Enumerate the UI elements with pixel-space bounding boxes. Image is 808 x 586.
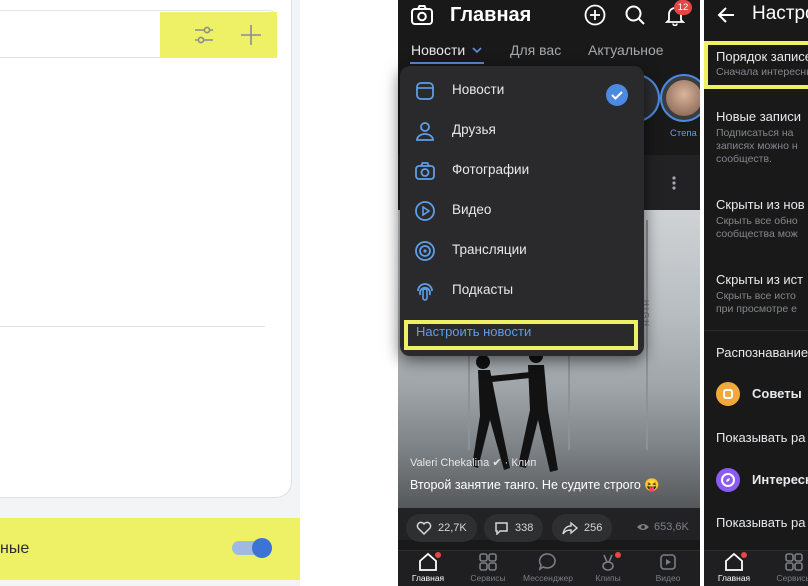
settings-card bbox=[0, 0, 292, 498]
filter-sliders-icon[interactable] bbox=[191, 22, 217, 48]
nav-home-label: Главная bbox=[411, 573, 445, 583]
menu-item-podcasts[interactable]: Подкасты bbox=[400, 270, 644, 310]
tab-news[interactable]: Новости bbox=[411, 42, 465, 58]
tab-for-you[interactable]: Для вас bbox=[510, 42, 561, 58]
compass-icon bbox=[716, 468, 740, 492]
notification-badge: 12 bbox=[674, 0, 692, 15]
customize-news-link[interactable]: Настроить новости bbox=[416, 324, 531, 339]
setting-title[interactable]: Распознавание bbox=[716, 345, 808, 360]
services-icon bbox=[479, 553, 497, 571]
heart-icon bbox=[416, 521, 432, 535]
menu-item-friends[interactable]: Друзья bbox=[400, 110, 644, 150]
toggle-knob[interactable] bbox=[252, 538, 272, 558]
nav-messenger[interactable]: Мессенджер bbox=[518, 552, 578, 583]
post-type: · Клип bbox=[504, 457, 537, 469]
setting-subtitle: Скрыть все обно сообщества мож bbox=[716, 215, 798, 240]
setting-title[interactable]: Скрыты из ист bbox=[716, 272, 803, 287]
setting-title[interactable]: Интересн bbox=[752, 472, 808, 487]
setting-title[interactable]: Скрыты из нов bbox=[716, 197, 805, 212]
toggle-row-label: ные bbox=[0, 540, 30, 557]
divider bbox=[0, 326, 265, 327]
chevron-down-icon[interactable] bbox=[472, 46, 482, 54]
setting-title[interactable]: Показывать ра bbox=[716, 430, 805, 445]
podcast-icon bbox=[417, 283, 433, 301]
camera-icon[interactable] bbox=[410, 4, 434, 26]
menu-item-video[interactable]: Видео bbox=[400, 190, 644, 230]
menu-item-label: Новости bbox=[452, 82, 505, 97]
menu-item-label: Видео bbox=[452, 202, 492, 217]
setting-title[interactable]: Показывать ра bbox=[716, 515, 805, 530]
tab-actual[interactable]: Актуальное bbox=[588, 42, 664, 58]
nav-home[interactable]: Главная bbox=[398, 552, 458, 583]
eye-icon bbox=[637, 524, 649, 530]
nav-dot bbox=[615, 552, 621, 558]
nav-home-label: Главная bbox=[717, 573, 751, 583]
square-icon bbox=[416, 82, 434, 100]
menu-item-news[interactable]: Новости bbox=[400, 70, 644, 110]
comment-icon bbox=[495, 522, 508, 535]
comment-button[interactable]: 338 bbox=[484, 514, 544, 542]
setting-title[interactable]: Советы bbox=[752, 386, 802, 401]
person-icon bbox=[416, 122, 434, 141]
nav-services-label: Сервисы bbox=[470, 573, 506, 583]
feed-source-menu: Новости Друзья Фотографии Видео Трансляц… bbox=[400, 66, 644, 356]
nav-services-label: Сервисы bbox=[776, 573, 808, 583]
nav-video[interactable]: Видео bbox=[638, 552, 698, 583]
add-icon[interactable] bbox=[584, 4, 606, 26]
tips-icon bbox=[716, 382, 740, 406]
menu-item-broadcasts[interactable]: Трансляции bbox=[400, 230, 644, 270]
web-settings-panel: ные bbox=[0, 0, 300, 586]
shares-count: 256 bbox=[584, 522, 603, 534]
nav-services[interactable]: Сервисы bbox=[764, 552, 808, 583]
chat-icon bbox=[538, 553, 556, 571]
post-author: Valeri Chekalina ✔ · Клип bbox=[410, 456, 536, 469]
post-caption: Второй занятие танго. Не судите строго 😝 bbox=[410, 478, 660, 492]
nav-video-label: Видео bbox=[655, 573, 681, 583]
like-button[interactable]: 22,7K bbox=[406, 514, 477, 542]
broadcast-icon bbox=[415, 241, 435, 261]
setting-subtitle: Скрыть все исто при просмотре е bbox=[716, 290, 797, 315]
tab-underline bbox=[410, 62, 484, 64]
author-name: Valeri Chekalina bbox=[410, 457, 490, 469]
setting-title[interactable]: Порядок записей bbox=[716, 49, 808, 64]
menu-item-photos[interactable]: Фотографии bbox=[400, 150, 644, 190]
menu-item-label: Друзья bbox=[452, 122, 496, 137]
play-icon bbox=[415, 201, 435, 221]
video-icon bbox=[660, 554, 676, 570]
setting-title[interactable]: Новые записи bbox=[716, 109, 801, 124]
services-icon bbox=[785, 553, 803, 571]
nav-services[interactable]: Сервисы bbox=[458, 552, 518, 583]
nav-dot bbox=[741, 552, 747, 558]
nav-dot bbox=[435, 552, 441, 558]
nav-home[interactable]: Главная bbox=[704, 552, 764, 583]
story-name: Степа bbox=[670, 128, 697, 139]
share-icon bbox=[562, 521, 578, 535]
search-icon[interactable] bbox=[624, 4, 646, 26]
menu-item-label: Фотографии bbox=[452, 162, 530, 177]
nav-messenger-label: Мессенджер bbox=[523, 573, 573, 583]
comments-count: 338 bbox=[515, 522, 534, 534]
share-button[interactable]: 256 bbox=[552, 514, 613, 542]
menu-item-label: Подкасты bbox=[452, 282, 514, 297]
divider bbox=[704, 330, 808, 331]
vk-settings-screen: Настройки Порядок записей Сначала интере… bbox=[704, 0, 808, 586]
nav-clips-label: Клипы bbox=[595, 573, 621, 583]
menu-item-label: Трансляции bbox=[452, 242, 527, 257]
back-arrow-icon[interactable] bbox=[716, 4, 736, 26]
setting-subtitle: Сначала интересные bbox=[716, 66, 808, 78]
setting-subtitle: Подписаться на записях можно н сообществ… bbox=[716, 127, 798, 165]
verified-icon: ✔ bbox=[492, 457, 502, 469]
views-count: 653,6K bbox=[654, 521, 689, 533]
page-title: Настройки bbox=[752, 3, 808, 24]
camera-icon bbox=[415, 162, 435, 180]
nav-clips[interactable]: Клипы bbox=[578, 552, 638, 583]
checkmark-icon bbox=[606, 84, 628, 106]
page-title: Главная bbox=[450, 4, 532, 26]
plus-icon[interactable] bbox=[238, 22, 264, 48]
story-avatar[interactable] bbox=[660, 74, 700, 122]
more-vertical-icon[interactable] bbox=[670, 175, 678, 191]
likes-count: 22,7K bbox=[438, 522, 467, 534]
